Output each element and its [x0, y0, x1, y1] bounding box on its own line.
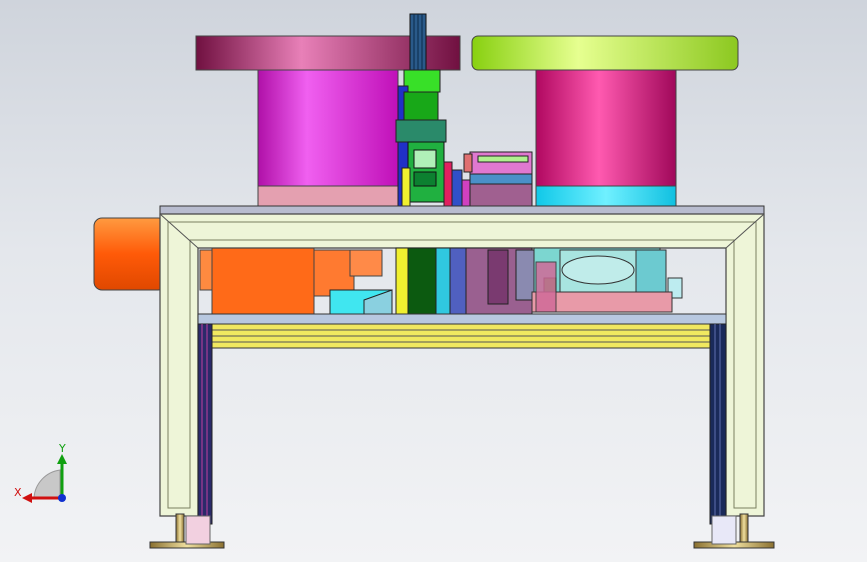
- view-orientation-triad[interactable]: Y X: [14, 442, 67, 503]
- triad-x-label: X: [14, 486, 22, 499]
- motor-body: [93, 217, 167, 291]
- machine-assembly-model[interactable]: Y X: [0, 0, 867, 562]
- base-plate: [197, 313, 727, 325]
- tabletop-plate: [159, 205, 765, 215]
- z-axis-dot: [58, 494, 66, 502]
- motor-gearbox: [211, 247, 315, 315]
- left-reel-body: [257, 69, 399, 189]
- right-reel-body: [535, 69, 677, 189]
- bearing-block: [531, 247, 683, 313]
- right-reel-collar: [535, 185, 677, 207]
- linear-rails: [209, 323, 711, 349]
- left-reel-collar: [257, 185, 399, 207]
- triad-y-label: Y: [58, 442, 66, 455]
- right-reel-flange: [471, 35, 739, 71]
- cad-viewport[interactable]: Y X: [0, 0, 867, 562]
- side-cylinder: [469, 151, 533, 175]
